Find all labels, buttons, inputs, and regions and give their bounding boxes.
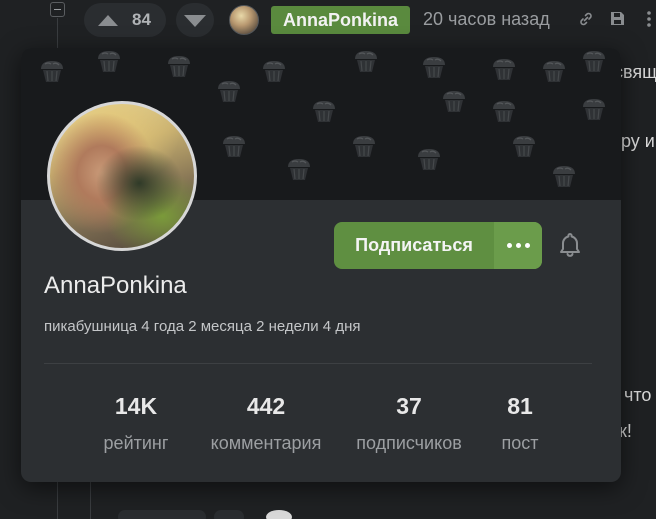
- cupcake-icon: [582, 50, 606, 73]
- cupcake-icon: [582, 98, 606, 121]
- stat-label: комментария: [210, 433, 322, 453]
- cupcake-icon: [352, 135, 376, 158]
- stat-posts[interactable]: 81 пост: [480, 392, 560, 454]
- cupcake-icon: [542, 60, 566, 83]
- link-icon[interactable]: [578, 11, 594, 27]
- cupcake-icon: [492, 58, 516, 81]
- cupcake-icon: [167, 55, 191, 78]
- cupcake-icon: [552, 165, 576, 188]
- upvote-icon: [98, 14, 118, 26]
- subscribe-button-group: Подписаться: [334, 222, 542, 269]
- comment-thread-line: [90, 480, 91, 519]
- stat-rating: 14K рейтинг: [86, 392, 186, 454]
- subscribe-button[interactable]: Подписаться: [334, 222, 494, 269]
- stat-value: 442: [246, 393, 286, 419]
- comment-header: 84 AnnaPonkina 20 часов назад: [0, 0, 656, 40]
- cupcake-icon: [417, 148, 441, 171]
- profile-tenure: пикабушница 4 года 2 месяца 2 недели 4 д…: [44, 318, 361, 335]
- comment-text-fragment: ру и: [621, 131, 655, 151]
- cupcake-icon: [287, 158, 311, 181]
- cupcake-icon: [312, 100, 336, 123]
- cupcake-icon: [40, 60, 64, 83]
- stat-label: рейтинг: [103, 433, 169, 453]
- more-dots-icon[interactable]: [494, 222, 542, 269]
- stat-value: 81: [507, 393, 533, 419]
- stat-value: 37: [396, 393, 422, 419]
- comment-timestamp[interactable]: 20 часов назад: [423, 9, 550, 30]
- cupcake-icon: [262, 60, 286, 83]
- bell-icon[interactable]: [558, 232, 582, 258]
- author-avatar[interactable]: [229, 5, 259, 35]
- upvote-button[interactable]: 84: [84, 3, 166, 37]
- next-comment-downvote: [214, 510, 244, 519]
- stat-label: подписчиков: [356, 433, 462, 453]
- cupcake-icon: [217, 80, 241, 103]
- author-name-badge[interactable]: AnnaPonkina: [271, 6, 411, 34]
- cupcake-icon: [442, 90, 466, 113]
- more-vertical-icon[interactable]: [642, 10, 656, 28]
- next-comment-vote: [118, 510, 206, 519]
- divider: [44, 363, 592, 364]
- cupcake-icon: [512, 135, 536, 158]
- downvote-button[interactable]: [176, 3, 214, 37]
- cupcake-icon: [422, 56, 446, 79]
- cupcake-icon: [97, 50, 121, 73]
- cupcake-icon: [354, 50, 378, 73]
- comment-text-fragment: что: [624, 385, 652, 405]
- stat-comments[interactable]: 442 комментария: [186, 392, 346, 454]
- stat-subscribers[interactable]: 37 подписчиков: [339, 392, 479, 454]
- vote-count: 84: [132, 10, 151, 29]
- profile-username[interactable]: AnnaPonkina: [44, 272, 187, 300]
- cupcake-icon: [222, 135, 246, 158]
- stat-label: пост: [501, 433, 539, 453]
- cupcake-icon: [492, 100, 516, 123]
- stat-value: 14K: [114, 393, 158, 419]
- downvote-icon: [184, 15, 206, 27]
- profile-avatar[interactable]: [47, 101, 197, 251]
- profile-popup-card: Подписаться AnnaPonkina пикабушница 4 го…: [21, 48, 621, 482]
- next-comment-avatar: [266, 510, 292, 519]
- save-icon[interactable]: [609, 10, 626, 27]
